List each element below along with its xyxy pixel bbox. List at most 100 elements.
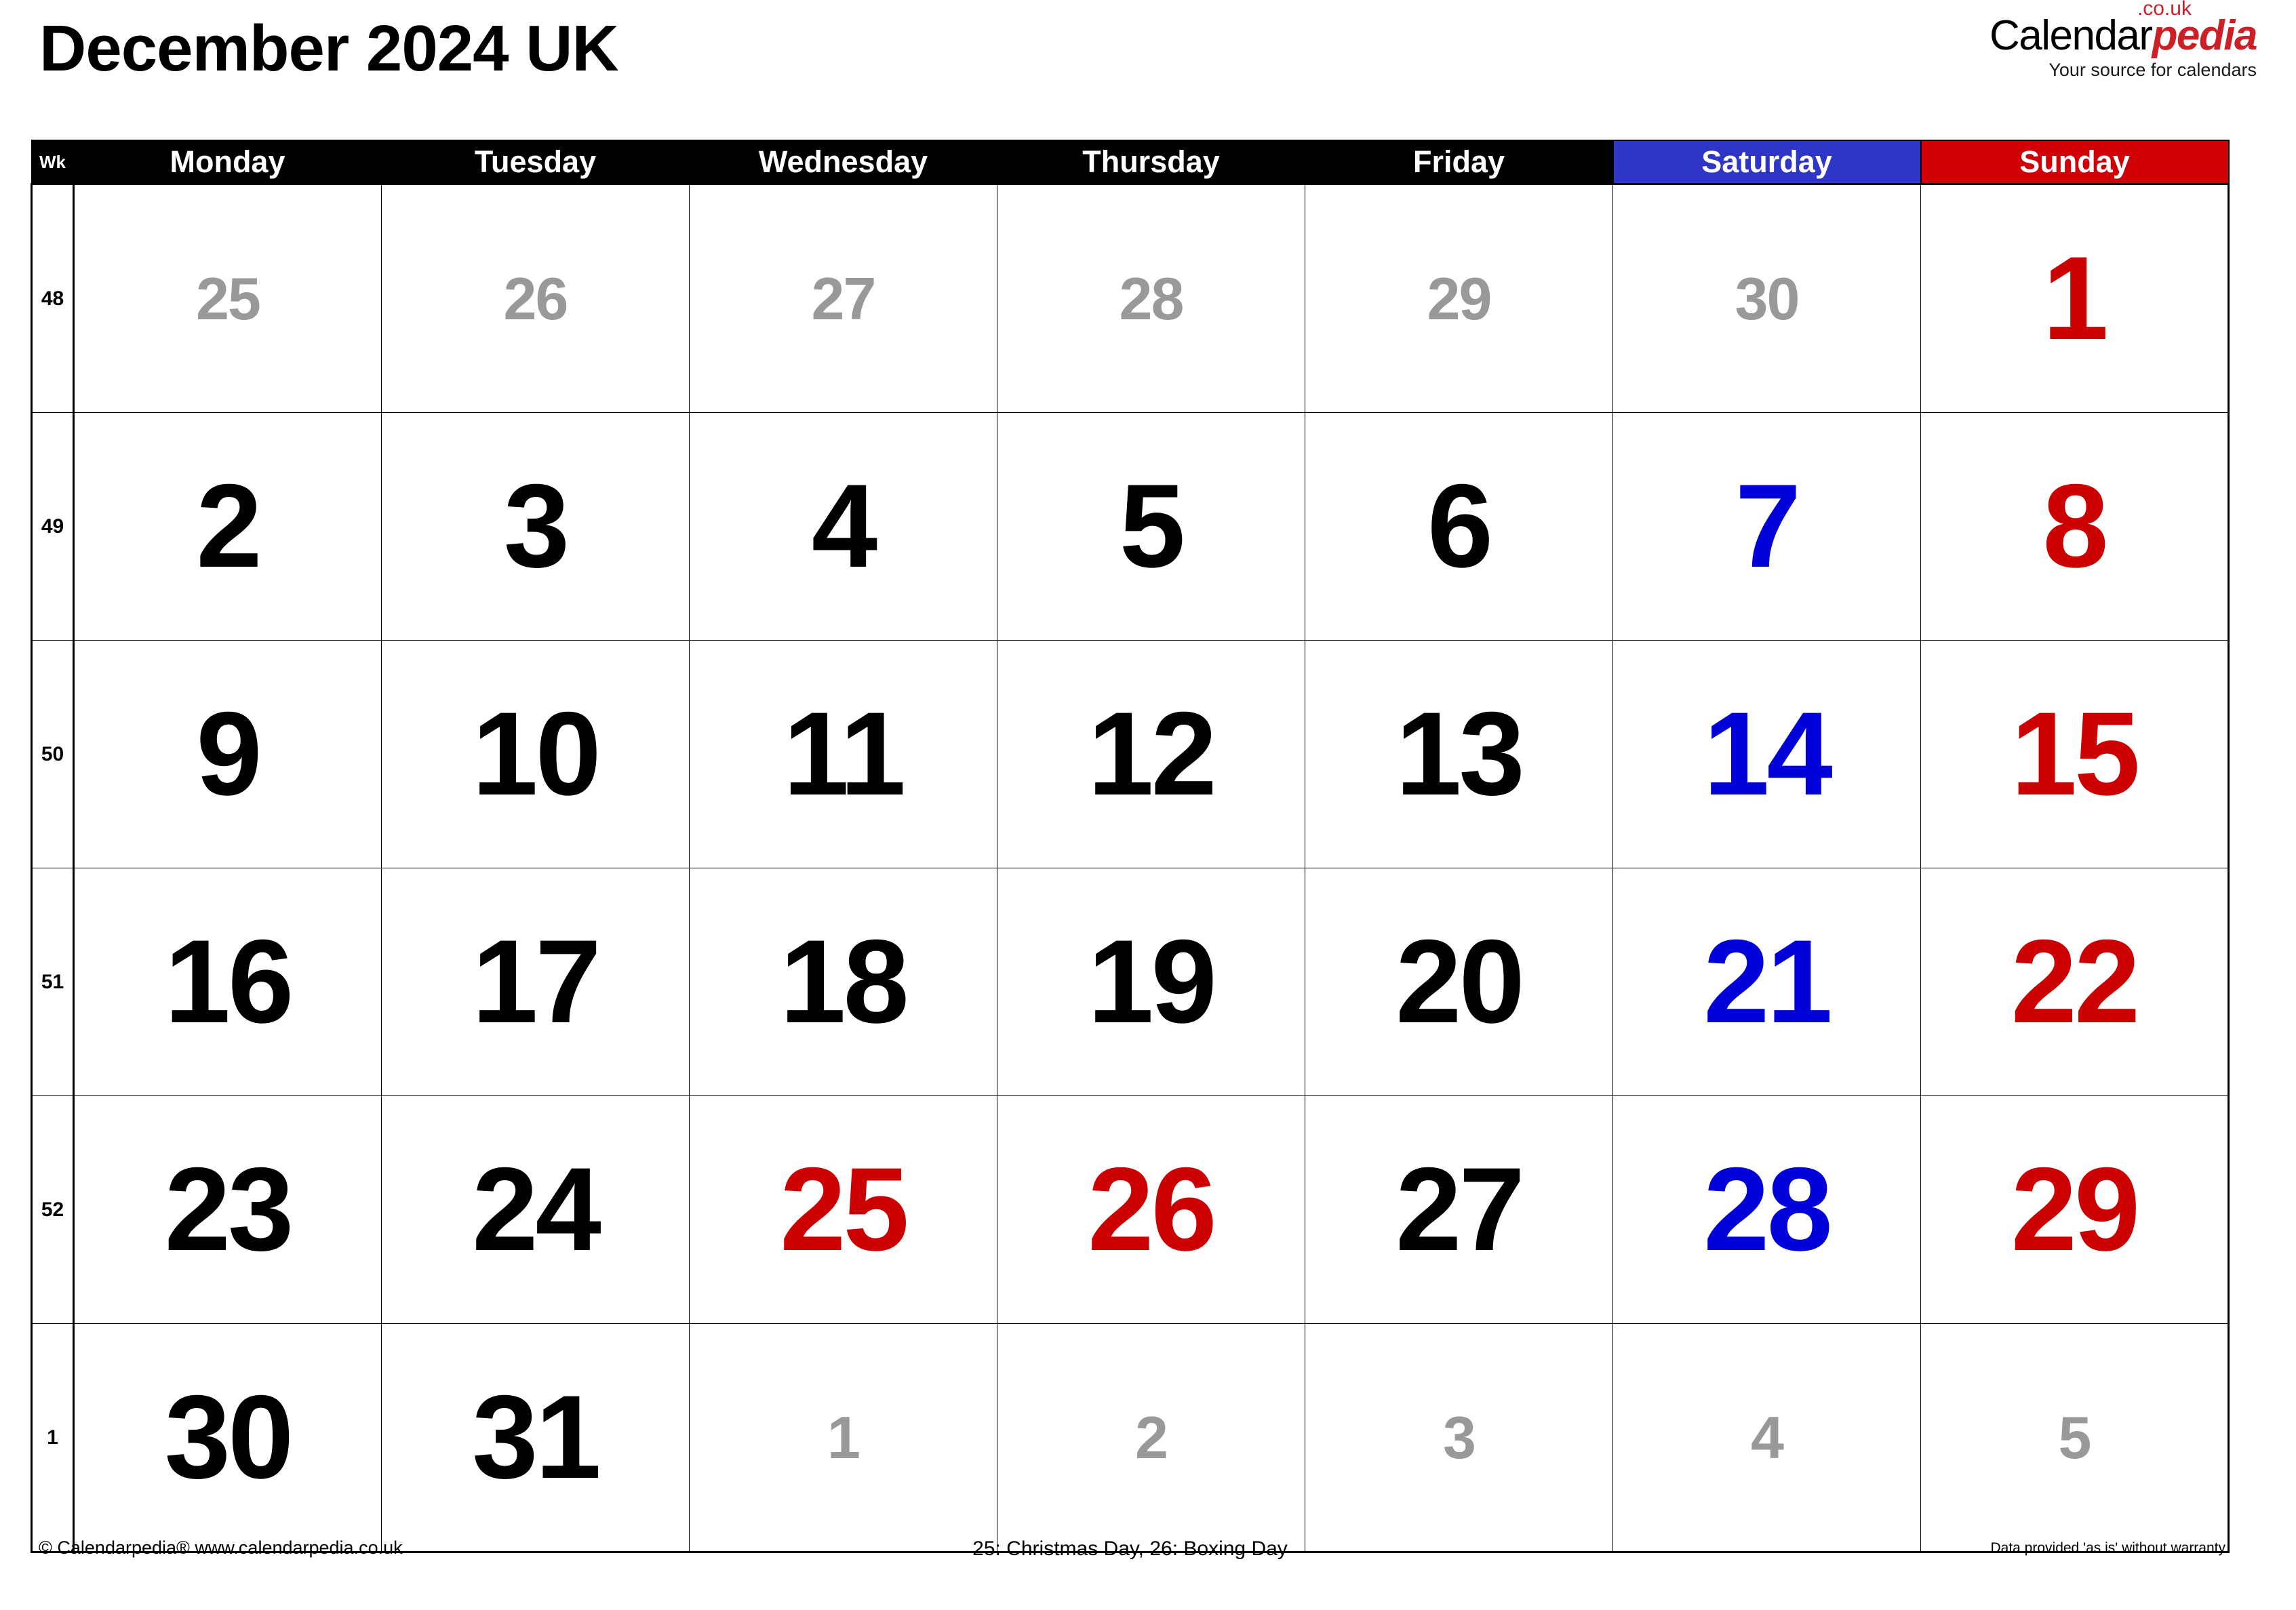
day-number: 17 bbox=[472, 916, 601, 1048]
day-number: 8 bbox=[2042, 460, 2108, 592]
calendar-page: December 2024 UK Calendarpedia .co.uk Yo… bbox=[0, 0, 2296, 1610]
calendar-day-cell[interactable]: 27 bbox=[689, 183, 997, 413]
day-number: 1 bbox=[827, 1403, 860, 1471]
calendar-day-cell[interactable]: 24 bbox=[381, 1095, 690, 1324]
day-number: 26 bbox=[503, 264, 569, 332]
calendar-day-cell[interactable]: 20 bbox=[1305, 868, 1613, 1096]
calendar-day-cell[interactable]: 14 bbox=[1612, 640, 1921, 868]
calendar-day-cell[interactable]: 6 bbox=[1305, 412, 1613, 641]
calendar-day-cell[interactable]: 28 bbox=[1612, 1095, 1921, 1324]
calendar-day-cell[interactable]: 9 bbox=[73, 640, 382, 868]
calendar-day-cell[interactable]: 11 bbox=[689, 640, 997, 868]
day-number: 24 bbox=[472, 1144, 601, 1276]
day-number: 29 bbox=[1427, 264, 1492, 332]
brand-tagline: Your source for calendars bbox=[2048, 60, 2257, 80]
calendar-day-cell[interactable]: 18 bbox=[689, 868, 997, 1096]
calendar-day-cell[interactable]: 16 bbox=[73, 868, 382, 1096]
calendar-grid: Wk Monday Tuesday Wednesday Thursday Fri… bbox=[31, 140, 2230, 1553]
week-number-cell: 49 bbox=[31, 412, 75, 641]
calendar-day-cell[interactable]: 30 bbox=[1612, 183, 1921, 413]
calendar-body: 48 25 26 27 28 29 30 1 49 2 3 4 5 6 7 8 50 9 10 11 12 13 14 15 5… bbox=[31, 183, 2230, 1553]
calendar-day-cell[interactable]: 4 bbox=[689, 412, 997, 641]
day-number: 29 bbox=[2011, 1144, 2141, 1276]
day-header-tuesday: Tuesday bbox=[380, 140, 690, 185]
calendar-day-cell[interactable]: 17 bbox=[381, 868, 690, 1096]
calendar-week-row: 1 30 31 1 2 3 4 5 bbox=[31, 1323, 2230, 1553]
day-number: 5 bbox=[1119, 460, 1185, 592]
calendar-day-cell[interactable]: 25 bbox=[73, 183, 382, 413]
week-number-cell: 1 bbox=[31, 1323, 75, 1553]
day-number: 14 bbox=[1703, 688, 1833, 820]
calendar-day-cell[interactable]: 15 bbox=[1920, 640, 2230, 868]
calendar-week-row: 52 23 24 25 26 27 28 29 bbox=[31, 1095, 2230, 1324]
day-header-monday: Monday bbox=[73, 140, 382, 185]
week-number-cell: 48 bbox=[31, 183, 75, 413]
page-footer: © Calendarpedia® www.calendarpedia.co.uk… bbox=[31, 1537, 2230, 1571]
calendar-day-cell[interactable]: 10 bbox=[381, 640, 690, 868]
calendar-day-cell[interactable]: 1 bbox=[689, 1323, 997, 1553]
calendar-day-cell[interactable]: 1 bbox=[1920, 183, 2230, 413]
day-number: 27 bbox=[811, 264, 877, 332]
calendar-day-cell[interactable]: 5 bbox=[997, 412, 1305, 641]
calendar-day-cell[interactable]: 21 bbox=[1612, 868, 1921, 1096]
calendar-day-cell[interactable]: 2 bbox=[73, 412, 382, 641]
day-number: 12 bbox=[1088, 688, 1217, 820]
day-number: 27 bbox=[1396, 1144, 1525, 1276]
calendar-day-cell[interactable]: 2 bbox=[997, 1323, 1305, 1553]
calendar-day-cell[interactable]: 7 bbox=[1612, 412, 1921, 641]
calendar-day-cell[interactable]: 28 bbox=[997, 183, 1305, 413]
calendar-day-cell[interactable]: 29 bbox=[1920, 1095, 2230, 1324]
day-number: 3 bbox=[503, 460, 570, 592]
calendar-day-cell[interactable]: 13 bbox=[1305, 640, 1613, 868]
day-number: 18 bbox=[780, 916, 909, 1048]
calendar-day-cell[interactable]: 26 bbox=[997, 1095, 1305, 1324]
day-number: 6 bbox=[1427, 460, 1493, 592]
calendar-week-row: 50 9 10 11 12 13 14 15 bbox=[31, 640, 2230, 868]
brand-name-calendar: Calendar bbox=[1989, 12, 2153, 59]
day-number: 23 bbox=[164, 1144, 294, 1276]
day-number: 31 bbox=[472, 1371, 601, 1504]
calendar-day-cell[interactable]: 31 bbox=[381, 1323, 690, 1553]
calendar-day-cell[interactable]: 3 bbox=[381, 412, 690, 641]
calendarpedia-logo[interactable]: Calendarpedia .co.uk Your source for cal… bbox=[1989, 0, 2258, 81]
day-number: 9 bbox=[196, 688, 262, 820]
day-number: 25 bbox=[780, 1144, 909, 1276]
week-number-cell: 50 bbox=[31, 640, 75, 868]
day-number: 28 bbox=[1703, 1144, 1833, 1276]
calendar-week-row: 48 25 26 27 28 29 30 1 bbox=[31, 183, 2230, 413]
week-number-cell: 51 bbox=[31, 868, 75, 1096]
calendar-header-row: Wk Monday Tuesday Wednesday Thursday Fri… bbox=[31, 140, 2230, 185]
calendar-day-cell[interactable]: 5 bbox=[1920, 1323, 2230, 1553]
footer-holidays: 25: Christmas Day, 26: Boxing Day bbox=[972, 1537, 1288, 1560]
day-header-thursday: Thursday bbox=[996, 140, 1306, 185]
day-number: 26 bbox=[1088, 1144, 1217, 1276]
day-number: 4 bbox=[811, 460, 877, 592]
calendar-day-cell[interactable]: 4 bbox=[1612, 1323, 1921, 1553]
day-number: 25 bbox=[196, 264, 261, 332]
day-number: 1 bbox=[2042, 233, 2108, 365]
calendar-day-cell[interactable]: 8 bbox=[1920, 412, 2230, 641]
day-number: 13 bbox=[1396, 688, 1525, 820]
calendar-day-cell[interactable]: 12 bbox=[997, 640, 1305, 868]
day-number: 7 bbox=[1735, 460, 1801, 592]
calendar-day-cell[interactable]: 26 bbox=[381, 183, 690, 413]
calendar-day-cell[interactable]: 30 bbox=[73, 1323, 382, 1553]
calendar-day-cell[interactable]: 23 bbox=[73, 1095, 382, 1324]
calendar-day-cell[interactable]: 19 bbox=[997, 868, 1305, 1096]
calendar-day-cell[interactable]: 22 bbox=[1920, 868, 2230, 1096]
day-number: 30 bbox=[1735, 264, 1800, 332]
calendar-day-cell[interactable]: 29 bbox=[1305, 183, 1613, 413]
week-column-header: Wk bbox=[31, 140, 75, 185]
calendar-day-cell[interactable]: 25 bbox=[689, 1095, 997, 1324]
day-number: 20 bbox=[1396, 916, 1525, 1048]
calendar-day-cell[interactable]: 27 bbox=[1305, 1095, 1613, 1324]
day-header-wednesday: Wednesday bbox=[688, 140, 998, 185]
day-number: 16 bbox=[164, 916, 294, 1048]
calendar-day-cell[interactable]: 3 bbox=[1305, 1323, 1613, 1553]
day-number: 30 bbox=[164, 1371, 294, 1504]
day-number: 4 bbox=[1751, 1403, 1784, 1471]
day-number: 3 bbox=[1443, 1403, 1476, 1471]
footer-disclaimer: Data provided 'as is' without warranty bbox=[1990, 1540, 2225, 1556]
day-number: 11 bbox=[783, 688, 906, 820]
day-number: 22 bbox=[2011, 916, 2141, 1048]
